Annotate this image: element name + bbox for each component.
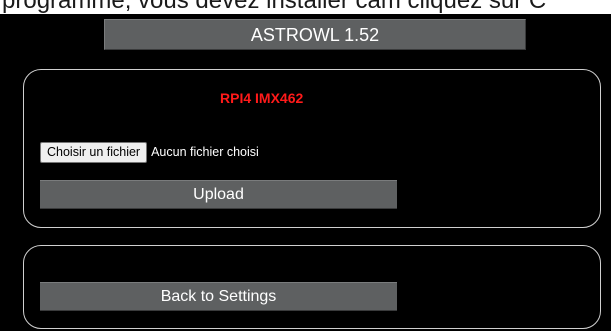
astrowl-app: ASTROWL 1.52 RPI4 IMX462 Choisir un fich…	[0, 14, 611, 331]
file-input[interactable]: Choisir un fichier Aucun fichier choisi	[40, 142, 259, 163]
document-caption: programme, vous devez installer cam cliq…	[0, 0, 611, 14]
choose-file-button[interactable]: Choisir un fichier	[40, 142, 148, 163]
navigation-panel: Back to Settings	[23, 245, 601, 329]
back-to-settings-button[interactable]: Back to Settings	[40, 282, 397, 311]
upload-panel: RPI4 IMX462 Choisir un fichier Aucun fic…	[23, 69, 601, 228]
camera-model-label: RPI4 IMX462	[220, 90, 304, 106]
file-status-text: Aucun fichier choisi	[151, 145, 259, 159]
app-title-bar: ASTROWL 1.52	[104, 19, 526, 50]
upload-button[interactable]: Upload	[40, 180, 397, 209]
